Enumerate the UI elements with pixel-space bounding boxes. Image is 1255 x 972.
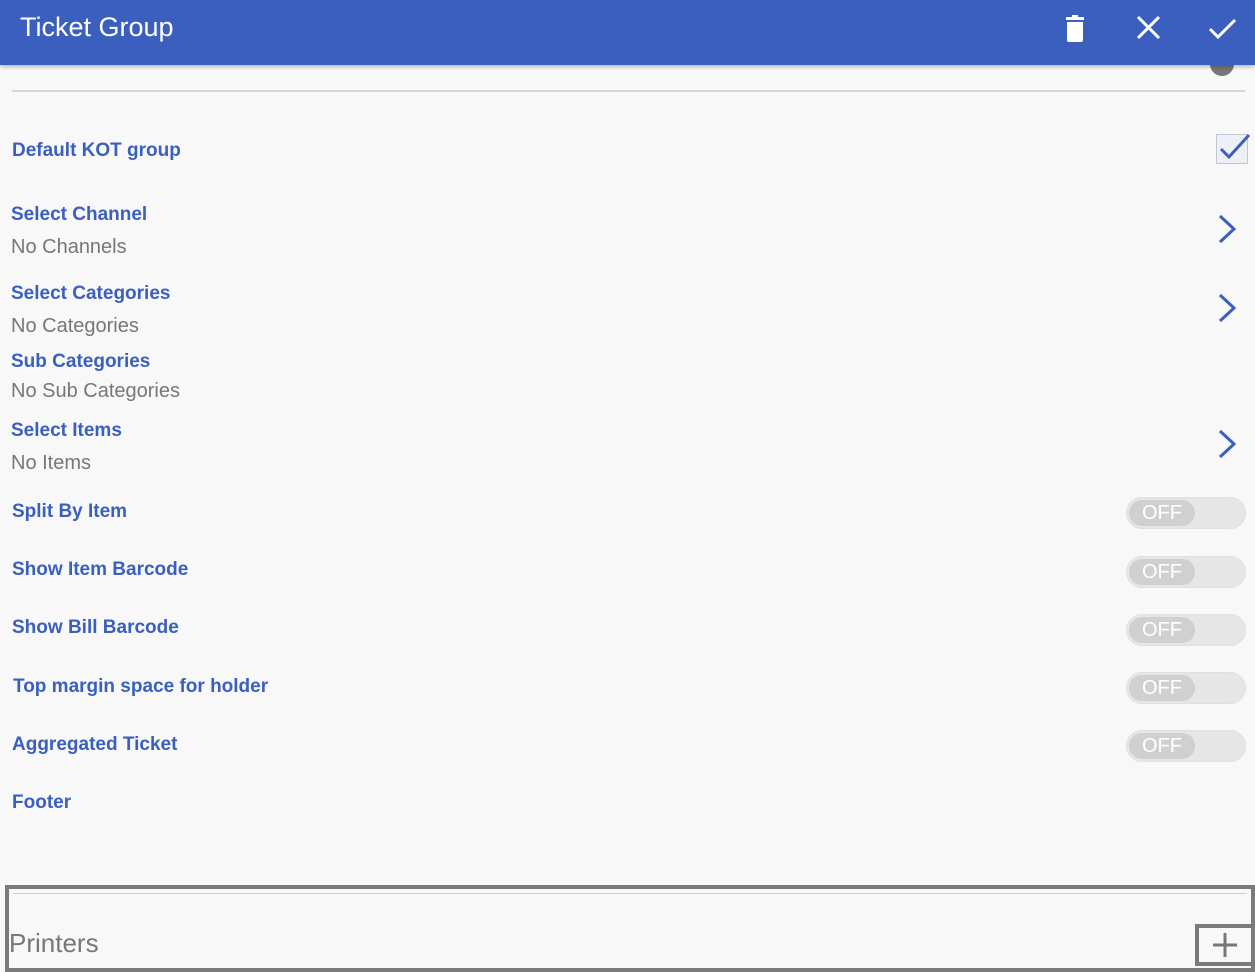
show-bill-barcode-label: Show Bill Barcode — [12, 617, 179, 638]
select-items-value: No Items — [11, 452, 92, 474]
toggle-state: OFF — [1129, 617, 1195, 643]
check-icon — [1208, 18, 1237, 40]
select-categories-button[interactable] — [1216, 291, 1240, 325]
split-by-item-toggle[interactable]: OFF — [1126, 497, 1246, 529]
default-kot-checkbox[interactable] — [1216, 133, 1251, 164]
delete-button[interactable] — [1055, 13, 1095, 53]
toggle-state: OFF — [1129, 733, 1195, 759]
select-categories-value: No Categories — [11, 315, 139, 337]
select-items-label: Select Items — [11, 420, 122, 441]
toggle-state: OFF — [1129, 675, 1195, 701]
select-categories-label: Select Categories — [11, 283, 171, 304]
check-icon — [1219, 133, 1251, 160]
add-printer-button[interactable] — [1195, 924, 1255, 966]
show-item-barcode-label: Show Item Barcode — [12, 559, 189, 580]
confirm-button[interactable] — [1203, 13, 1243, 53]
select-channel-label: Select Channel — [11, 204, 148, 225]
select-channel-value: No Channels — [11, 236, 127, 258]
close-button[interactable] — [1129, 13, 1169, 53]
plus-icon — [1213, 933, 1237, 957]
app-header: Ticket Group — [0, 0, 1255, 65]
default-kot-label: Default KOT group — [12, 140, 181, 161]
footer-label[interactable]: Footer — [12, 792, 71, 814]
chevron-right-icon — [1218, 293, 1237, 323]
chevron-right-icon — [1218, 214, 1237, 244]
sub-categories-value: No Sub Categories — [11, 380, 180, 402]
sub-categories-label: Sub Categories — [11, 351, 151, 372]
show-bill-barcode-toggle[interactable]: OFF — [1126, 614, 1246, 646]
printers-section: Printers — [5, 885, 1255, 972]
show-item-barcode-toggle[interactable]: OFF — [1126, 556, 1246, 588]
divider — [13, 893, 1247, 894]
chevron-right-icon — [1218, 429, 1237, 459]
split-by-item-label: Split By Item — [12, 501, 128, 522]
page-title: Ticket Group — [20, 12, 174, 42]
close-icon — [1136, 15, 1161, 40]
printers-title: Printers — [9, 928, 99, 958]
top-margin-label: Top margin space for holder — [13, 676, 269, 697]
divider — [12, 90, 1245, 92]
aggregated-ticket-toggle[interactable]: OFF — [1126, 730, 1246, 762]
toggle-state: OFF — [1129, 500, 1195, 526]
top-margin-toggle[interactable]: OFF — [1126, 672, 1246, 704]
aggregated-ticket-label: Aggregated Ticket — [12, 734, 178, 755]
select-channel-button[interactable] — [1216, 212, 1240, 246]
toggle-state: OFF — [1129, 559, 1195, 585]
trash-icon — [1066, 15, 1084, 42]
select-items-button[interactable] — [1216, 427, 1240, 461]
